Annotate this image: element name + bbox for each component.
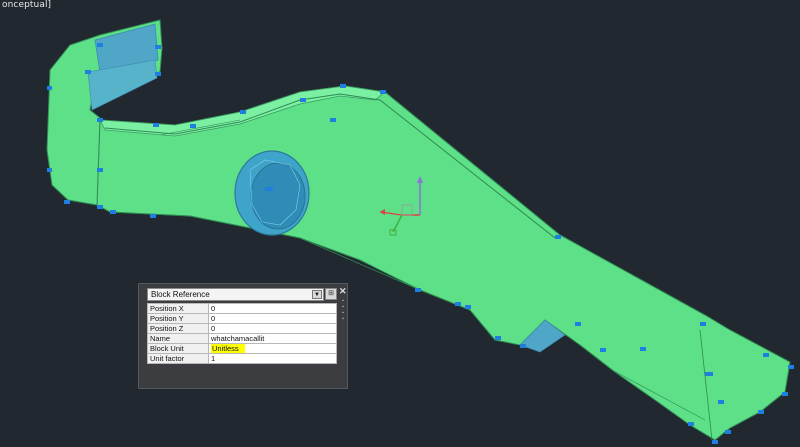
- prop-value[interactable]: 0: [208, 303, 337, 314]
- prop-value[interactable]: 1: [208, 353, 337, 364]
- prop-key: Name: [147, 333, 209, 344]
- prop-key: Position X: [147, 303, 209, 314]
- table-row[interactable]: Name whatchamacallit: [147, 333, 337, 344]
- prop-value[interactable]: whatchamacallit: [208, 333, 337, 344]
- quick-select-icon[interactable]: ⊞: [325, 288, 337, 300]
- prop-value[interactable]: 0: [208, 323, 337, 334]
- prop-key: Position Y: [147, 313, 209, 324]
- close-x-icon[interactable]: ✕: [339, 286, 347, 297]
- prop-value[interactable]: 0: [208, 313, 337, 324]
- table-row[interactable]: Position X 0: [147, 303, 337, 314]
- highlighted-value: Unitless: [211, 344, 245, 353]
- object-type-select[interactable]: Block Reference ▼: [147, 288, 324, 301]
- properties-table: Position X 0 Position Y 0 Position Z 0 N…: [147, 303, 337, 364]
- prop-key: Block Unit: [147, 343, 209, 354]
- prop-key: Position Z: [147, 323, 209, 334]
- table-row[interactable]: Unit factor 1: [147, 353, 337, 364]
- table-row[interactable]: Position Z 0: [147, 323, 337, 334]
- object-type-label: Block Reference: [151, 290, 210, 299]
- prop-value[interactable]: Unitless: [208, 343, 337, 354]
- prop-key: Unit factor: [147, 353, 209, 364]
- table-row[interactable]: Position Y 0: [147, 313, 337, 324]
- properties-palette[interactable]: Block Reference ▼ ⊞ ✕ ▪ ▪ ▪ ▪ Position X 0 …: [138, 283, 348, 389]
- table-row[interactable]: Block Unit Unitless: [147, 343, 337, 354]
- palette-grip-icon[interactable]: ▪ ▪ ▪ ▪: [340, 298, 346, 338]
- model-viewport[interactable]: [0, 0, 800, 447]
- chevron-down-icon[interactable]: ▼: [312, 290, 322, 299]
